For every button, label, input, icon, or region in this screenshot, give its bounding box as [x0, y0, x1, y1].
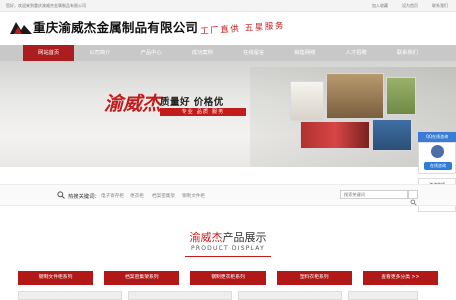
- nav-item-home[interactable]: 网站首页: [23, 45, 75, 61]
- products-title-brand: 渝威杰: [189, 231, 223, 244]
- product-category-tabs: 钢制文件柜系列 档案密集架系列 钢制更衣柜系列 塑料衣柜系列 查看更多分类 >>: [18, 271, 439, 285]
- product-thumbnail[interactable]: [18, 291, 122, 300]
- search-input[interactable]: [340, 190, 408, 199]
- banner-product-image: [290, 81, 324, 121]
- products-title-text: 产品展示: [222, 231, 267, 244]
- contact-link[interactable]: 联系我们: [432, 3, 448, 9]
- company-name[interactable]: 重庆渝威杰金属制品有限公司: [33, 17, 198, 36]
- top-bar: 您好，欢迎来到重庆渝威杰金属制品有限公司 加入收藏 设为首页 联系我们: [0, 0, 456, 12]
- set-homepage-link[interactable]: 设为首页: [402, 3, 418, 9]
- qq-consult-button[interactable]: 在线咨询: [424, 162, 452, 170]
- hot-keywords-label: 热搜关键词：: [68, 194, 100, 200]
- main-nav: 网站首页 公司简介 产品中心 成功案例 在线留言 销售网络 人才招聘 联系我们: [0, 45, 456, 61]
- products-title: 渝威杰产品展示: [0, 229, 456, 245]
- nav-item-sales-network[interactable]: 销售网络: [279, 45, 330, 61]
- nav-item-cases[interactable]: 成功案例: [177, 45, 228, 61]
- avatar: [431, 145, 444, 158]
- search-icon: [410, 199, 417, 206]
- hot-keyword-link[interactable]: 档案密集架: [152, 193, 175, 199]
- banner-product-image: [300, 121, 370, 149]
- welcome-text: 您好，欢迎来到重庆渝威杰金属制品有限公司: [6, 3, 86, 8]
- hero-banner[interactable]: 渝威杰 质量好 价格优 专业 品质 服务: [0, 61, 456, 167]
- banner-brand: 渝威杰: [104, 93, 162, 115]
- nav-item-about[interactable]: 公司简介: [74, 45, 125, 61]
- banner-strip: 专业 品质 服务: [160, 108, 246, 116]
- page: 您好，欢迎来到重庆渝威杰金属制品有限公司 加入收藏 设为首页 联系我们 重庆渝威…: [0, 0, 456, 300]
- company-logo-icon[interactable]: [10, 20, 32, 34]
- hot-keyword-link[interactable]: 钢制文件柜: [182, 193, 205, 199]
- banner-product-image: [372, 119, 412, 151]
- banner-product-image: [326, 73, 384, 119]
- search-button[interactable]: [408, 190, 418, 206]
- hot-keyword-link[interactable]: 更衣柜: [130, 193, 144, 199]
- qq-panel-body: 在线咨询: [418, 142, 456, 174]
- tab-archive-shelving[interactable]: 档案密集架系列: [104, 271, 180, 285]
- nav-item-jobs[interactable]: 人才招聘: [331, 45, 382, 61]
- title-divider: [185, 256, 271, 257]
- hot-keyword-link[interactable]: 电子寄存柜: [101, 193, 124, 199]
- tab-file-cabinets[interactable]: 钢制文件柜系列: [18, 271, 94, 285]
- add-favorite-link[interactable]: 加入收藏: [372, 3, 388, 9]
- banner-tagline: 质量好 价格优: [160, 97, 224, 108]
- tab-more-categories[interactable]: 查看更多分类 >>: [362, 271, 439, 285]
- tab-plastic-wardrobes[interactable]: 塑料衣柜系列: [276, 271, 352, 285]
- product-thumbnail[interactable]: [348, 291, 418, 300]
- qq-float-panel: QQ在线咨询 在线咨询 咨询热线 023-2548-5985 023-62793…: [418, 132, 456, 292]
- search-icon: [57, 191, 65, 199]
- product-thumbnail[interactable]: [128, 291, 232, 300]
- nav-item-message[interactable]: 在线留言: [228, 45, 279, 61]
- nav-item-products[interactable]: 产品中心: [126, 45, 177, 61]
- nav-item-contact[interactable]: 联系我们: [382, 45, 433, 61]
- product-thumbnail[interactable]: [238, 291, 342, 300]
- qq-panel-title: QQ在线咨询: [418, 132, 456, 142]
- banner-product-image: [386, 77, 416, 115]
- tab-steel-lockers[interactable]: 钢制更衣柜系列: [190, 271, 266, 285]
- products-subtitle: PRODUCT DISPLAY: [191, 245, 265, 252]
- top-links: 加入收藏 设为首页 联系我们: [372, 3, 448, 9]
